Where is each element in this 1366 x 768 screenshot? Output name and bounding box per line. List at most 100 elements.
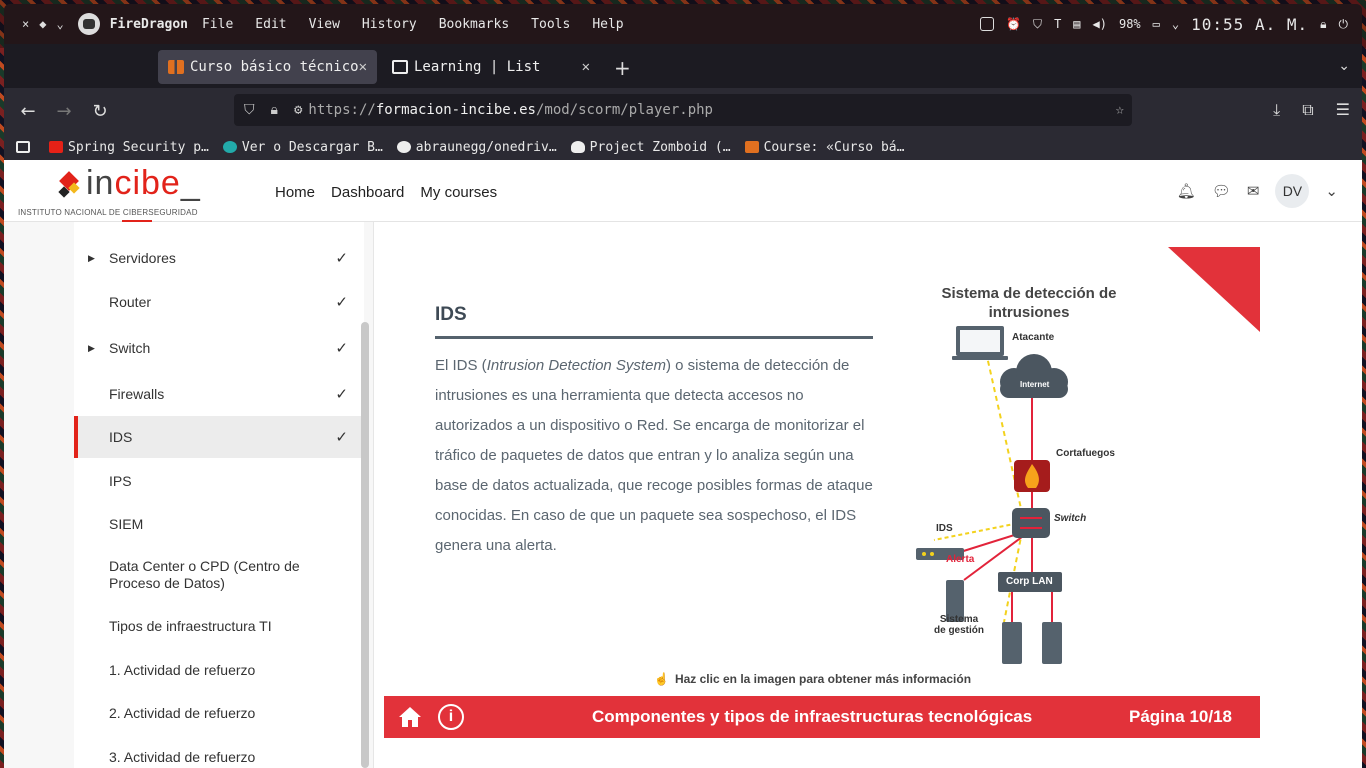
bookmark-label: Ver o Descargar B… [241,139,383,155]
sidebar-item-firewalls[interactable]: Firewalls ✓ [74,372,364,416]
alarm-icon[interactable]: ⏰ [1006,17,1021,31]
scorm-footer-bar: i Componentes y tipos de infraestructura… [384,696,1260,738]
incibe-logo[interactable]: incibe_ INSTITUTO NACIONAL DE CIBERSEGUR… [18,164,248,222]
forward-icon[interactable]: → [46,101,82,122]
mail-icon[interactable]: ✉ [1247,182,1260,200]
sidebar-item-servidores[interactable]: ▶ Servidores ✓ [74,236,364,280]
cpu-icon[interactable] [980,17,995,31]
bookmark-item[interactable]: Ver o Descargar B… [222,139,383,155]
laptop-base [952,356,1008,360]
clipboard-icon[interactable]: ▤ [1073,17,1080,31]
bookmark-item[interactable]: Project Zomboid (… [570,140,731,155]
menu-tools[interactable]: Tools [531,17,570,32]
shield-icon[interactable]: ⛉ [244,102,255,118]
close-window-icon[interactable]: × [22,17,29,31]
expand-arrow-icon[interactable]: ▶ [88,253,95,264]
nav-dashboard[interactable]: Dashboard [331,184,404,201]
download-icon[interactable]: ⤓ [1273,100,1280,120]
label-alert: Alerta [946,554,975,565]
sidebar-item-data-center[interactable]: Data Center o CPD (Centro de Proceso de … [74,553,364,597]
menu-edit[interactable]: Edit [255,17,286,32]
footer-title: Componentes y tipos de infraestructuras … [592,707,1033,726]
top-navigation: Home Dashboard My courses [275,184,497,201]
bookmark-notion[interactable] [16,141,35,153]
nav-home[interactable]: Home [275,184,315,201]
back-icon[interactable]: ← [10,101,46,122]
lock-icon[interactable]: 🔒︎ [271,102,278,118]
ids-diagram[interactable]: Atacante Internet Cortafuegos Switch IDS… [914,322,1154,672]
system-tray: ⏰ ⛉ T ▤ ◀) 98% ▭ ⌄ 10:55 A. M. 🔒︎ ⏻ [980,15,1348,34]
logo-text-part: _ [180,164,201,202]
menu-help[interactable]: Help [592,17,623,32]
permissions-icon[interactable]: ⚙ [294,102,302,118]
site-header: incibe_ INSTITUTO NACIONAL DE CIBERSEGUR… [4,160,1362,222]
label-corp-lan: Corp LAN [1006,576,1053,587]
menu-history[interactable]: History [362,17,417,32]
bookmark-item[interactable]: Spring Security p… [49,140,209,155]
label-internet: Internet [1020,380,1050,389]
diagram-title: Sistema de detección de intrusiones [941,285,1117,321]
bookmark-item[interactable]: Course: «Curso bá… [744,139,905,155]
sidebar-item-actividad-3[interactable]: 3. Actividad de refuerzo [74,736,364,768]
sidebar-item-switch[interactable]: ▶ Switch ✓ [74,326,364,370]
sidebar-item-label: Tipos de infraestructura TI [109,617,272,634]
menu-bookmarks[interactable]: Bookmarks [439,17,509,32]
sidebar-item-actividad-1[interactable]: 1. Actividad de refuerzo [74,649,364,691]
list-tabs-icon[interactable]: ⌄ [1338,58,1350,74]
description-italic: Intrusion Detection System [486,357,666,374]
sidebar-item-label: 3. Actividad de refuerzo [109,748,256,765]
sidebar-scrollbar[interactable] [361,322,369,768]
chevron-down-icon[interactable]: ⌄ [1172,17,1179,31]
close-tab-icon[interactable]: ✕ [359,59,367,75]
power-icon[interactable]: ⏻ [1339,17,1349,32]
nav-my-courses[interactable]: My courses [420,184,497,201]
sidebar-item-ips[interactable]: IPS [74,460,364,502]
url-scheme: https:// [308,102,376,118]
sticky-window-icon[interactable]: ◆ [39,17,46,31]
menu-view[interactable]: View [309,17,340,32]
home-icon[interactable] [398,706,422,728]
tab-learning[interactable]: Learning | List ✕ [382,50,600,84]
tab-label: Curso básico técnico [190,59,359,75]
tab-bar: Curso básico técnico ✕ Learning | List ✕… [4,44,1362,88]
tab-curso[interactable]: Curso básico técnico ✕ [158,50,377,84]
bell-icon[interactable]: 🔔︎ [1177,182,1196,200]
chevron-down-icon[interactable]: ⌄ [1325,182,1338,200]
sidebar-item-tipos-infraestructura[interactable]: Tipos de infraestructura TI [74,605,364,647]
battery-indicator[interactable]: 98% [1119,17,1141,31]
reload-icon[interactable]: ↻ [82,101,118,122]
minimize-window-icon[interactable]: ⌄ [56,17,63,31]
bookmark-label: Course: «Curso bá… [763,139,905,155]
bookmark-item[interactable]: abraunegg/onedriv… [396,139,557,155]
lock-icon[interactable]: 🔒︎ [1320,17,1326,32]
avatar[interactable]: DV [1275,174,1310,208]
url-bar[interactable]: ⛉ 🔒︎ ⚙ https:// formacion-incibe.es /mod… [234,94,1132,126]
shield-tray-icon[interactable]: ⛉ [1033,17,1042,32]
incibe-favicon-icon [744,141,759,153]
close-tab-icon[interactable]: ✕ [582,59,590,75]
extensions-icon[interactable]: ⧉ [1302,100,1313,120]
logo-text-accent: cibe [114,164,181,202]
sidebar-item-router[interactable]: Router ✓ [74,280,364,324]
sidebar-item-siem[interactable]: SIEM [74,503,364,545]
info-icon[interactable]: i [438,704,464,730]
hamburger-menu-icon[interactable]: ☰ [1336,100,1350,120]
bookmark-label: abraunegg/onedriv… [415,139,557,155]
chat-icon[interactable]: 💬︎ [1212,182,1231,200]
c-icon [222,141,237,153]
expand-arrow-icon[interactable]: ▶ [88,343,95,354]
new-tab-icon[interactable]: + [614,56,631,80]
sidebar-item-ids[interactable]: IDS ✓ [74,416,364,458]
display-icon[interactable]: ▭ [1153,17,1160,31]
menu-file[interactable]: File [202,17,233,32]
hint-text: Haz clic en la imagen para obtener más i… [674,672,972,686]
logo-text: incibe_ [86,164,201,203]
github-icon [396,141,411,153]
clock[interactable]: 10:55 A. M. [1191,15,1308,34]
sidebar-item-actividad-2[interactable]: 2. Actividad de refuerzo [74,692,364,734]
navigation-bar: ← → ↻ ⛉ 🔒︎ ⚙ https:// formacion-incibe.e… [4,88,1362,134]
teams-icon[interactable]: T [1054,17,1061,31]
tux-icon [570,141,585,153]
volume-icon[interactable]: ◀) [1093,17,1107,31]
bookmark-star-icon[interactable]: ☆ [1116,102,1124,118]
